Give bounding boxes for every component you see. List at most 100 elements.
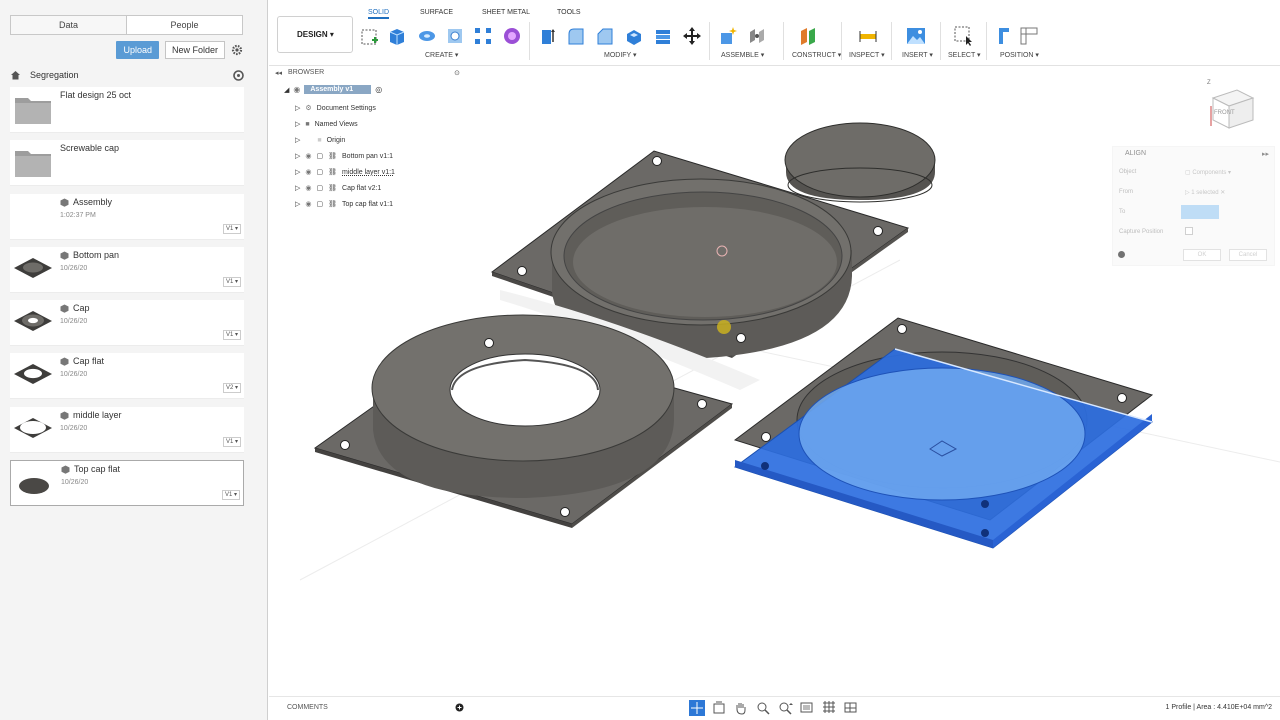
capture-position-icon[interactable] bbox=[997, 26, 1017, 46]
zoom-window-icon[interactable] bbox=[777, 700, 793, 716]
cancel-button[interactable]: Cancel bbox=[1229, 249, 1267, 261]
new-folder-button[interactable]: New Folder bbox=[164, 41, 225, 59]
hole-icon[interactable] bbox=[445, 26, 465, 46]
list-item[interactable]: Top cap flat 10/26/20 V1 ▾ bbox=[10, 460, 244, 507]
list-item[interactable]: Screwable cap bbox=[10, 140, 244, 187]
move-icon[interactable] bbox=[682, 26, 702, 46]
create-form-icon[interactable] bbox=[502, 26, 522, 46]
new-sketch-icon[interactable] bbox=[360, 26, 380, 46]
browser-row[interactable]: ▷ ■ Named Views bbox=[295, 117, 358, 131]
construct-menu[interactable]: CONSTRUCT ▾ bbox=[792, 51, 841, 59]
pan-hand-icon[interactable] bbox=[733, 700, 749, 716]
revert-position-icon[interactable] bbox=[1019, 26, 1039, 46]
version-badge[interactable]: V1 ▾ bbox=[222, 223, 241, 234]
expand-dialog-icon[interactable]: ▸▸ bbox=[1262, 150, 1269, 158]
expand-arrow-icon[interactable]: ▷ bbox=[295, 136, 300, 144]
expand-arrow-icon[interactable]: ▷ bbox=[295, 200, 300, 208]
tab-data[interactable]: Data bbox=[11, 16, 126, 34]
new-component-icon[interactable] bbox=[718, 26, 738, 46]
object-select[interactable]: ▢ Components ▾ bbox=[1185, 169, 1231, 176]
upload-button[interactable]: Upload bbox=[116, 41, 159, 59]
list-item[interactable]: Assembly 1:02:37 PM V1 ▾ bbox=[10, 193, 244, 240]
viewports-icon[interactable] bbox=[843, 700, 859, 716]
version-badge[interactable]: V1 ▾ bbox=[222, 330, 241, 341]
browser-row[interactable]: ▷ ◉ ▢ ⛓ middle layer v1:1 bbox=[295, 165, 395, 179]
modify-menu[interactable]: MODIFY ▾ bbox=[604, 51, 637, 59]
expand-arrow-icon[interactable]: ▷ bbox=[295, 104, 300, 112]
browser-row[interactable]: ▷ ◉ ▢ ⛓ Bottom pan v1:1 bbox=[295, 149, 393, 163]
list-item[interactable]: Flat design 25 oct bbox=[10, 87, 244, 133]
comments-label[interactable]: COMMENTS bbox=[287, 704, 328, 711]
list-item[interactable]: middle layer 10/26/20 V1 ▾ bbox=[10, 406, 244, 453]
fillet-icon[interactable] bbox=[566, 26, 586, 46]
select-menu[interactable]: SELECT ▾ bbox=[948, 51, 981, 59]
pin-icon[interactable]: ⊙ bbox=[454, 69, 460, 77]
gear-icon[interactable] bbox=[231, 44, 243, 56]
select-icon[interactable] bbox=[954, 26, 974, 46]
info-icon[interactable] bbox=[1118, 251, 1125, 258]
tab-people[interactable]: People bbox=[126, 16, 242, 34]
collapse-icon[interactable]: ◂◂ bbox=[275, 69, 282, 77]
viewcube-face-label[interactable]: FRONT bbox=[1214, 110, 1235, 116]
version-badge[interactable]: V1 ▾ bbox=[222, 436, 241, 447]
viewcube[interactable]: Z FRONT bbox=[1203, 78, 1263, 138]
expand-arrow-icon[interactable]: ▷ bbox=[295, 152, 300, 160]
add-comment-icon[interactable] bbox=[455, 703, 464, 712]
expand-arrow-icon[interactable]: ▷ bbox=[295, 168, 300, 176]
press-pull-icon[interactable] bbox=[538, 26, 558, 46]
tab-solid[interactable]: SOLID bbox=[368, 9, 390, 19]
workspace-switcher[interactable]: DESIGN ▾ bbox=[277, 16, 353, 53]
revolve-icon[interactable] bbox=[417, 26, 437, 46]
extrude-icon[interactable] bbox=[387, 26, 407, 46]
assemble-menu[interactable]: ASSEMBLE ▾ bbox=[721, 51, 764, 59]
version-badge[interactable]: V1 ▾ bbox=[222, 276, 241, 287]
list-item[interactable]: Cap 10/26/20 V1 ▾ bbox=[10, 300, 244, 347]
list-item[interactable]: Cap flat 10/26/20 V2 ▾ bbox=[10, 353, 244, 400]
insert-image-icon[interactable] bbox=[906, 26, 926, 46]
visibility-eye-icon[interactable]: ◉ bbox=[305, 168, 311, 176]
measure-icon[interactable] bbox=[858, 26, 878, 46]
shell-icon[interactable] bbox=[624, 26, 644, 46]
position-menu[interactable]: POSITION ▾ bbox=[1000, 51, 1039, 59]
visibility-eye-icon[interactable]: ◉ bbox=[305, 152, 311, 160]
offset-plane-icon[interactable] bbox=[798, 26, 818, 46]
browser-root[interactable]: ◢ ◉ Assembly v1 ◎ bbox=[284, 85, 382, 94]
home-icon[interactable] bbox=[10, 70, 21, 80]
browser-row[interactable]: ▷ ⚙ Document Settings bbox=[295, 101, 376, 115]
browser-header[interactable]: ◂◂ BROWSER ⊙ bbox=[272, 66, 472, 79]
look-at-icon[interactable] bbox=[711, 700, 727, 716]
combine-icon[interactable] bbox=[653, 26, 673, 46]
visibility-eye-icon[interactable]: ◉ bbox=[305, 200, 311, 208]
browser-row[interactable]: ▷ ■ Origin bbox=[295, 133, 345, 147]
version-badge[interactable]: V2 ▾ bbox=[222, 383, 241, 394]
chamfer-icon[interactable] bbox=[595, 26, 615, 46]
orbit-icon[interactable] bbox=[689, 700, 705, 716]
activate-radio-icon[interactable]: ◎ bbox=[375, 85, 382, 94]
expand-arrow-icon[interactable]: ▷ bbox=[295, 120, 300, 128]
create-menu[interactable]: CREATE ▾ bbox=[425, 51, 458, 59]
version-badge[interactable]: V1 ▾ bbox=[221, 490, 240, 501]
cap-disc[interactable] bbox=[784, 122, 936, 203]
to-select-button[interactable] bbox=[1181, 205, 1219, 219]
ok-button[interactable]: OK bbox=[1183, 249, 1221, 261]
tab-sheet-metal[interactable]: SHEET METAL bbox=[482, 9, 530, 16]
visibility-eye-icon[interactable]: ◉ bbox=[305, 184, 311, 192]
tab-tools[interactable]: TOOLS bbox=[557, 9, 581, 16]
visibility-eye-icon[interactable]: ◉ bbox=[293, 85, 300, 94]
list-item[interactable]: Bottom pan 10/26/20 V1 ▾ bbox=[10, 246, 244, 293]
joint-icon[interactable] bbox=[747, 26, 767, 46]
capture-position-checkbox[interactable] bbox=[1185, 227, 1193, 235]
root-component-label[interactable]: Assembly v1 bbox=[304, 85, 372, 94]
display-settings-icon[interactable] bbox=[799, 700, 815, 716]
browser-row[interactable]: ▷ ◉ ▢ ⛓ Cap flat v2:1 bbox=[295, 181, 381, 195]
from-selection[interactable]: ▷ 1 selected ✕ bbox=[1185, 189, 1225, 196]
inspect-menu[interactable]: INSPECT ▾ bbox=[849, 51, 885, 59]
refresh-icon[interactable] bbox=[233, 69, 244, 81]
browser-row[interactable]: ▷ ◉ ▢ ⛓ Top cap flat v1:1 bbox=[295, 197, 393, 211]
insert-menu[interactable]: INSERT ▾ bbox=[902, 51, 933, 59]
breadcrumb-label[interactable]: Segregation bbox=[30, 70, 79, 80]
grid-settings-icon[interactable] bbox=[821, 700, 837, 716]
pattern-icon[interactable] bbox=[473, 26, 493, 46]
tab-surface[interactable]: SURFACE bbox=[420, 9, 453, 16]
expand-arrow-icon[interactable]: ▷ bbox=[295, 184, 300, 192]
